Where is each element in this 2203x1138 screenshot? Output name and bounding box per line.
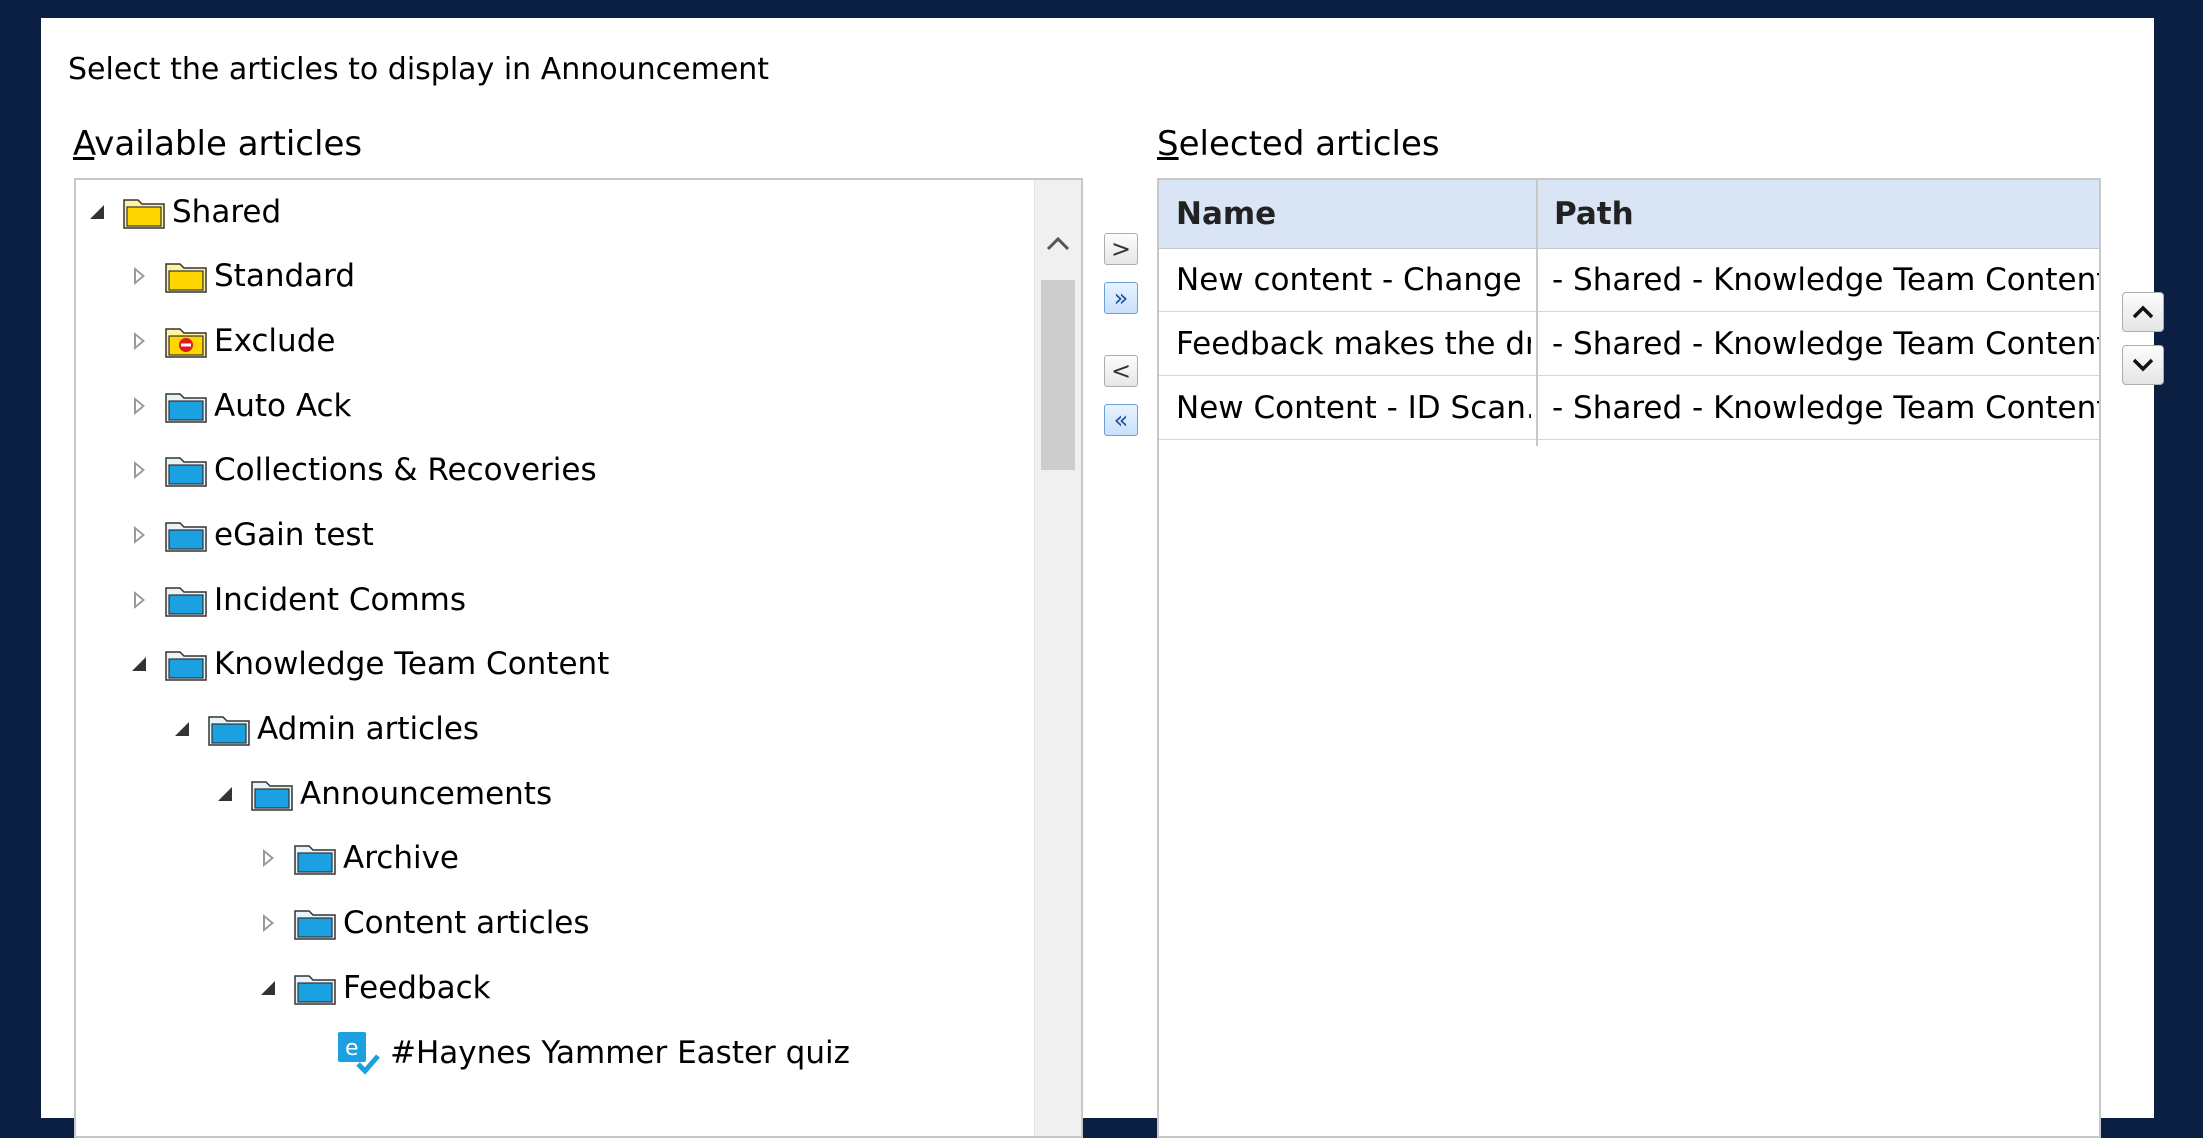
available-label-accelerator: A bbox=[73, 124, 95, 164]
available-articles-tree[interactable]: Shared Standard Exclude Auto Ack Collections… bbox=[74, 178, 1083, 1138]
tree-item-label: Content articles bbox=[343, 905, 590, 941]
select-articles-dialog: Select the articles to display in Announ… bbox=[41, 18, 2164, 1138]
row-name-cell: New Content - ID Scan... bbox=[1176, 389, 1531, 426]
table-row[interactable]: New content - Change ... - Shared - Know… bbox=[1159, 248, 2099, 312]
add-article-button[interactable]: > bbox=[1104, 233, 1138, 265]
blue-folder-icon bbox=[293, 970, 343, 1006]
expand-arrow-icon[interactable] bbox=[128, 395, 150, 417]
move-up-button[interactable] bbox=[2122, 292, 2164, 332]
chevron-up-icon bbox=[2132, 305, 2154, 319]
tree-item[interactable]: eGain test bbox=[128, 505, 374, 565]
instruction-text: Select the articles to display in Announ… bbox=[68, 52, 770, 87]
blue-folder-icon bbox=[207, 711, 257, 747]
tree-scrollbar[interactable] bbox=[1034, 180, 1081, 1136]
tree-item[interactable]: Shared bbox=[86, 182, 281, 242]
column-header-path[interactable]: Path bbox=[1554, 180, 1634, 248]
row-path-cell: - Shared - Knowledge Team Content... bbox=[1552, 325, 2100, 362]
remove-article-button[interactable]: < bbox=[1104, 355, 1138, 387]
tree-item-label: #Haynes Yammer Easter quiz bbox=[390, 1035, 850, 1071]
tree-item[interactable]: Admin articles bbox=[171, 699, 479, 759]
table-row[interactable]: New Content - ID Scan... - Shared - Know… bbox=[1159, 376, 2099, 440]
expand-arrow-icon[interactable] bbox=[128, 265, 150, 287]
expand-arrow-icon[interactable] bbox=[257, 847, 279, 869]
expand-arrow-icon[interactable] bbox=[128, 589, 150, 611]
expand-arrow-icon[interactable] bbox=[257, 912, 279, 934]
no-expander bbox=[300, 1042, 322, 1064]
tree-item[interactable]: Exclude bbox=[128, 311, 335, 371]
svg-text:e: e bbox=[345, 1036, 359, 1061]
tree-item[interactable]: Content articles bbox=[257, 893, 590, 953]
add-all-articles-button[interactable]: » bbox=[1104, 282, 1138, 314]
chevron-down-icon bbox=[2132, 358, 2154, 372]
tree-item-label: Collections & Recoveries bbox=[214, 452, 597, 488]
move-down-button[interactable] bbox=[2122, 345, 2164, 385]
tree-item-label: Standard bbox=[214, 258, 356, 294]
expand-arrow-icon[interactable] bbox=[128, 330, 150, 352]
scroll-up-icon[interactable] bbox=[1044, 230, 1072, 258]
expand-arrow-icon[interactable] bbox=[128, 524, 150, 546]
tree-item-label: Feedback bbox=[343, 970, 491, 1006]
collapse-arrow-icon[interactable] bbox=[128, 653, 150, 675]
tree-item-label: Announcements bbox=[300, 776, 553, 812]
column-header-name[interactable]: Name bbox=[1176, 180, 1276, 248]
blue-folder-icon bbox=[293, 840, 343, 876]
selected-label-accelerator: S bbox=[1157, 124, 1179, 164]
collapse-arrow-icon[interactable] bbox=[214, 783, 236, 805]
table-row[interactable]: Feedback makes the dr... - Shared - Know… bbox=[1159, 312, 2099, 376]
tree-item-label: Admin articles bbox=[257, 711, 480, 747]
tree-item-label: Auto Ack bbox=[214, 388, 352, 424]
tree-item-label: Shared bbox=[172, 194, 282, 230]
row-name-cell: New content - Change ... bbox=[1176, 261, 1531, 298]
blue-folder-icon bbox=[164, 388, 214, 424]
tree-item[interactable]: Incident Comms bbox=[128, 570, 466, 630]
tree-item[interactable]: Announcements bbox=[214, 764, 552, 824]
tree-item[interactable]: Archive bbox=[257, 828, 459, 888]
blue-folder-icon bbox=[250, 776, 300, 812]
yellow-folder-icon bbox=[164, 258, 214, 294]
blue-folder-icon bbox=[293, 905, 343, 941]
blue-folder-icon bbox=[164, 646, 214, 682]
tree-item-label: Incident Comms bbox=[214, 582, 467, 618]
row-path-cell: - Shared - Knowledge Team Content... bbox=[1552, 389, 2100, 426]
grid-header: Name Path bbox=[1159, 180, 2099, 249]
row-name-cell: Feedback makes the dr... bbox=[1176, 325, 1531, 362]
yellow-folder-icon bbox=[122, 194, 172, 230]
blue-folder-icon bbox=[164, 582, 214, 618]
tree-item[interactable]: Auto Ack bbox=[128, 376, 352, 436]
tree-item[interactable]: Collections & Recoveries bbox=[128, 440, 597, 500]
tree-item-label: Exclude bbox=[214, 323, 336, 359]
tree-item[interactable]: Standard bbox=[128, 246, 355, 306]
blue-folder-icon bbox=[164, 452, 214, 488]
tree-item-label: eGain test bbox=[214, 517, 374, 553]
collapse-arrow-icon[interactable] bbox=[86, 201, 108, 223]
selected-label-text: elected articles bbox=[1178, 124, 1440, 164]
tree-item[interactable]: Knowledge Team Content bbox=[128, 634, 609, 694]
collapse-arrow-icon[interactable] bbox=[171, 718, 193, 740]
row-path-cell: - Shared - Knowledge Team Content... bbox=[1552, 261, 2100, 298]
available-label-text: vailable articles bbox=[94, 124, 363, 164]
excluded-folder-icon bbox=[164, 323, 214, 359]
expand-arrow-icon[interactable] bbox=[128, 459, 150, 481]
available-articles-label: Available articles bbox=[73, 124, 362, 164]
remove-all-articles-button[interactable]: « bbox=[1104, 404, 1138, 436]
tree-item[interactable]: Feedback bbox=[257, 958, 491, 1018]
tree-item-label: Knowledge Team Content bbox=[214, 646, 610, 682]
scrollbar-thumb[interactable] bbox=[1041, 280, 1075, 470]
tree-item[interactable]: e #Haynes Yammer Easter quiz bbox=[300, 1023, 850, 1083]
selected-articles-label: Selected articles bbox=[1157, 124, 1440, 164]
selected-articles-grid[interactable]: Name Path New content - Change ... - Sha… bbox=[1157, 178, 2101, 1138]
tree-item-label: Archive bbox=[343, 840, 459, 876]
blue-folder-icon bbox=[164, 517, 214, 553]
column-divider[interactable] bbox=[1536, 180, 1538, 446]
collapse-arrow-icon[interactable] bbox=[257, 977, 279, 999]
published-article-icon: e bbox=[336, 1030, 390, 1076]
